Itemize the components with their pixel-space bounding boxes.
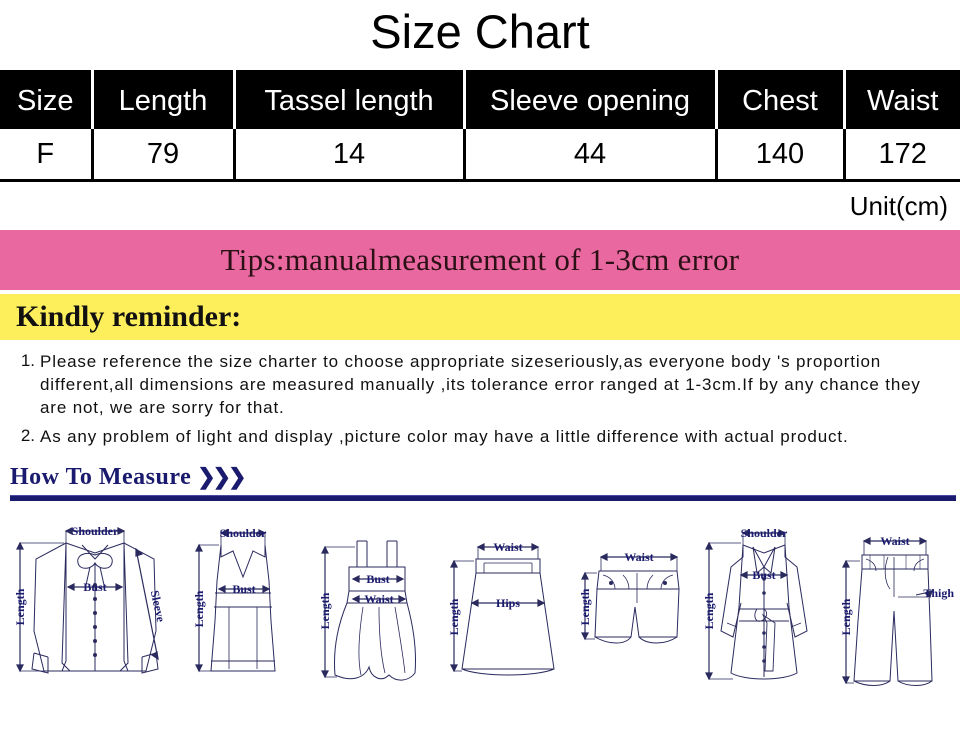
diagram-blouse: Shoulder Bust Length Sleeve: [4, 511, 186, 711]
unit-row: Unit(cm): [0, 182, 960, 230]
diagram-label-sleeve: Sleeve: [148, 589, 168, 624]
cell-tassel-length: 14: [232, 129, 466, 181]
reminder-banner: Kindly reminder:: [0, 294, 960, 340]
table-row: F 79 14 44 140 172: [0, 129, 960, 181]
diagram-label-length: Length: [578, 588, 592, 625]
diagram-label-hips: Hips: [496, 596, 520, 610]
diagram-coat: Shoulder Bust Length: [697, 511, 831, 711]
chevron-right-icon: ❯❯❯: [197, 464, 246, 489]
page-title: Size Chart: [370, 5, 590, 58]
size-chart-table: Size Length Tassel length Sleeve opening…: [0, 70, 960, 182]
reminder-heading: Kindly reminder:: [16, 300, 242, 333]
column-header-size: Size: [0, 71, 94, 129]
diagram-camisole: Shoulder Bust Length: [187, 511, 309, 711]
diagram-label-waist: Waist: [625, 550, 654, 564]
note-text: As any problem of light and display ,pic…: [40, 427, 849, 446]
cell-waist: 172: [842, 129, 960, 181]
diagram-label-bust: Bust: [83, 580, 106, 594]
note-number: 2.: [20, 426, 35, 445]
bottom-spacer: [0, 748, 960, 754]
diagram-label-shoulder: Shoulder: [220, 526, 267, 540]
cell-size: F: [0, 129, 94, 181]
column-header-sleeve-opening: Sleeve opening: [462, 71, 718, 129]
cell-sleeve-opening: 44: [462, 129, 718, 181]
column-header-tassel-length: Tassel length: [232, 71, 466, 129]
notes-list: 1. Please reference the size charter to …: [0, 340, 960, 458]
table-header-row: Size Length Tassel length Sleeve opening…: [0, 71, 960, 129]
list-item: 1. Please reference the size charter to …: [16, 350, 946, 419]
diagram-label-bust: Bust: [366, 572, 389, 586]
diagram-label-length: Length: [192, 590, 206, 627]
diagram-shorts: Waist Length: [569, 511, 695, 711]
list-item: 2. As any problem of light and display ,…: [16, 425, 946, 448]
diagram-label-waist: Waist: [493, 540, 522, 554]
measurement-diagrams: Shoulder Bust Length Sleeve Shoulder Bus…: [0, 501, 960, 711]
diagram-label-bust: Bust: [233, 582, 256, 596]
column-header-length: Length: [90, 71, 236, 129]
diagram-label-length: Length: [318, 592, 332, 629]
diagram-label-length: Length: [702, 592, 716, 629]
how-to-measure-title: How To Measure: [10, 464, 192, 490]
diagram-label-waist: Waist: [880, 534, 909, 548]
diagram-label-length: Length: [447, 598, 461, 635]
diagram-label-shoulder: Shoulder: [72, 524, 119, 538]
diagram-label-length: Length: [839, 598, 853, 635]
diagram-label-waist: Waist: [364, 592, 393, 606]
note-number: 1.: [20, 351, 35, 370]
diagram-label-thigh: Thigh: [923, 586, 954, 600]
diagram-label-shoulder: Shoulder: [740, 526, 787, 540]
column-header-waist: Waist: [842, 71, 960, 129]
unit-note: Unit(cm): [849, 190, 948, 221]
cell-chest: 140: [714, 129, 846, 181]
how-to-measure-section: How To Measure ❯❯❯: [0, 458, 960, 501]
diagram-skirt: Waist Hips Length: [440, 511, 568, 711]
cell-length: 79: [90, 129, 236, 181]
diagram-label-length: Length: [13, 588, 27, 625]
tips-text: Tips:manualmeasurement of 1-3cm error: [220, 242, 740, 277]
diagram-pants: Waist Thigh Length: [832, 511, 956, 711]
diagram-label-bust: Bust: [752, 568, 775, 582]
diagram-dress: Bust Waist Length: [311, 511, 439, 711]
tips-banner: Tips:manualmeasurement of 1-3cm error: [0, 230, 960, 290]
column-header-chest: Chest: [714, 71, 846, 129]
note-text: Please reference the size charter to cho…: [40, 352, 921, 417]
